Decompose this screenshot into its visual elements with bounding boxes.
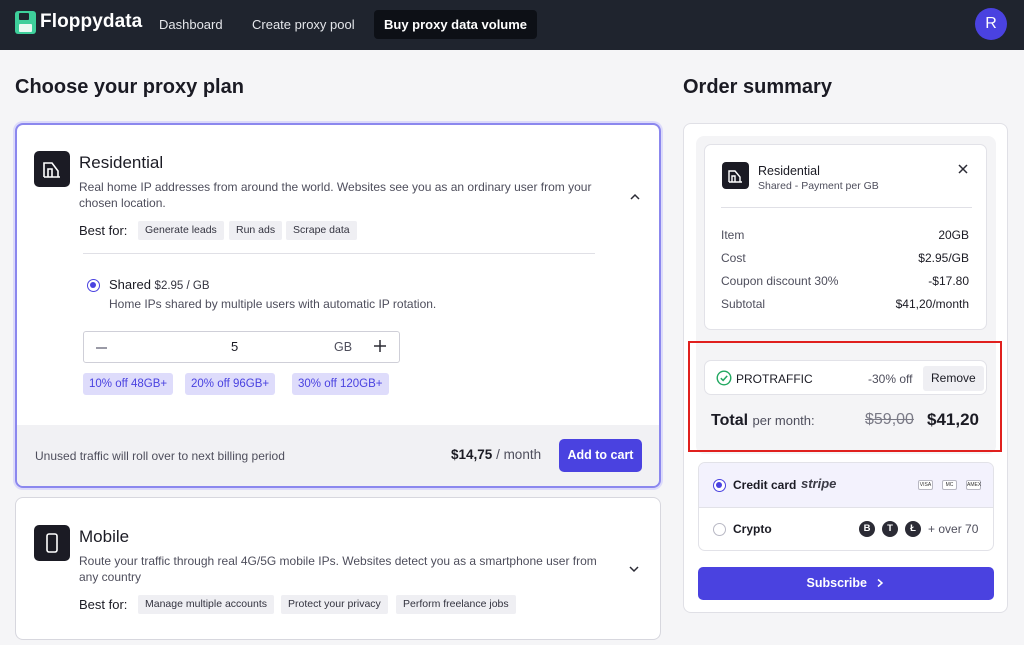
quantity-stepper[interactable]: 5 GB [83,331,400,363]
app-logo-text[interactable]: Floppydata [40,11,142,33]
nav-link-create-proxy-pool[interactable]: Create proxy pool [242,10,365,39]
plan-description-line2: any country [79,570,142,584]
top-nav: Floppydata Dashboard Create proxy pool B… [0,0,1024,50]
mastercard-icon: MC [942,480,957,490]
close-icon[interactable] [957,162,969,174]
payment-crypto-row[interactable]: Crypto B T Ł + over 70 [699,508,993,550]
crypto-more-label: + over 70 [928,522,979,536]
user-avatar[interactable]: R [975,8,1007,40]
crypto-radio[interactable] [713,523,726,536]
plan-title: Residential [79,153,164,172]
volume-discount-badge: 20% off 96GB+ [185,373,276,395]
smartphone-icon [34,525,70,561]
best-for-label: Best for: [79,223,128,238]
use-case-tag: Run ads [229,221,283,240]
chevron-right-icon [875,568,885,588]
quantity-unit: GB [334,340,353,354]
nav-link-buy-proxy-data-volume[interactable]: Buy proxy data volume [374,10,538,39]
best-for-label: Best for: [79,597,128,612]
use-case-tag: Scrape data [286,221,357,240]
use-case-tag: Generate leads [138,221,224,240]
option-shared-description: Home IPs shared by multiple users with a… [109,297,437,311]
option-shared-label: Shared $2.95 / GB [109,277,210,292]
rollover-note: Unused traffic will roll over to next bi… [35,449,285,463]
quantity-value[interactable]: 5 [231,339,238,354]
plan-description-line1: Real home IP addresses from around the w… [79,180,592,194]
divider [721,207,972,208]
summary-row-label: Coupon discount 30% [721,274,839,288]
volume-discount-badge: 10% off 48GB+ [83,373,174,395]
plan-price: $14,75 / month [451,447,542,462]
chevron-down-icon[interactable] [627,562,641,576]
summary-row-label: Subtotal [721,297,766,311]
nav-link-dashboard[interactable]: Dashboard [149,10,233,39]
plan-card-residential[interactable]: Residential Real home IP addresses from … [15,123,661,488]
use-case-tag: Manage multiple accounts [138,595,274,614]
chevron-up-icon[interactable] [628,190,642,204]
cart-item-subtitle: Shared - Payment per GB [758,180,879,192]
order-summary-heading: Order summary [683,76,832,98]
bitcoin-icon: B [859,521,875,537]
payment-credit-card-row[interactable]: Credit card stripe VISA MC AMEX [699,463,993,507]
summary-row-value: 20GB [938,228,969,242]
visa-card-icon: VISA [918,480,933,490]
plus-icon[interactable] [373,339,387,353]
subscribe-button[interactable]: Subscribe [698,567,994,600]
highlight-frame [688,341,1002,452]
plan-footer: Unused traffic will roll over to next bi… [17,425,659,486]
amex-card-icon: AMEX [966,480,982,490]
floppy-disk-icon [15,11,36,34]
building-icon [34,151,70,187]
plan-title: Mobile [79,527,130,546]
litecoin-icon: Ł [905,521,921,537]
payment-methods: Credit card stripe VISA MC AMEX Crypto B… [698,462,994,551]
crypto-label: Crypto [733,522,772,536]
minus-icon[interactable] [96,347,107,349]
building-icon [722,162,749,189]
summary-row-value: $2.95/GB [918,251,969,265]
shared-option-radio[interactable] [87,279,100,292]
summary-row-value: -$17.80 [928,274,969,288]
add-to-cart-button[interactable]: Add to cart [559,439,642,472]
plan-description-line1: Route your traffic through real 4G/5G mo… [79,554,597,568]
divider [83,253,595,254]
cart-item-card: Residential Shared - Payment per GB Item… [704,144,987,330]
cart-item-title: Residential [758,164,820,178]
plan-card-mobile[interactable]: Mobile Route your traffic through real 4… [15,497,661,640]
credit-card-radio[interactable] [713,479,726,492]
credit-card-label: Credit card [733,478,797,492]
volume-discount-badge: 30% off 120GB+ [292,373,389,395]
summary-row-label: Item [721,228,745,242]
plan-description-line2: chosen location. [79,196,166,210]
tether-icon: T [882,521,898,537]
use-case-tag: Protect your privacy [281,595,388,614]
plans-heading: Choose your proxy plan [15,76,244,98]
summary-row-value: $41,20/month [895,297,969,311]
use-case-tag: Perform freelance jobs [396,595,516,614]
summary-row-label: Cost [721,251,746,265]
option-shared-price: $2.95 / GB [154,280,210,292]
stripe-logo: stripe [801,476,837,491]
